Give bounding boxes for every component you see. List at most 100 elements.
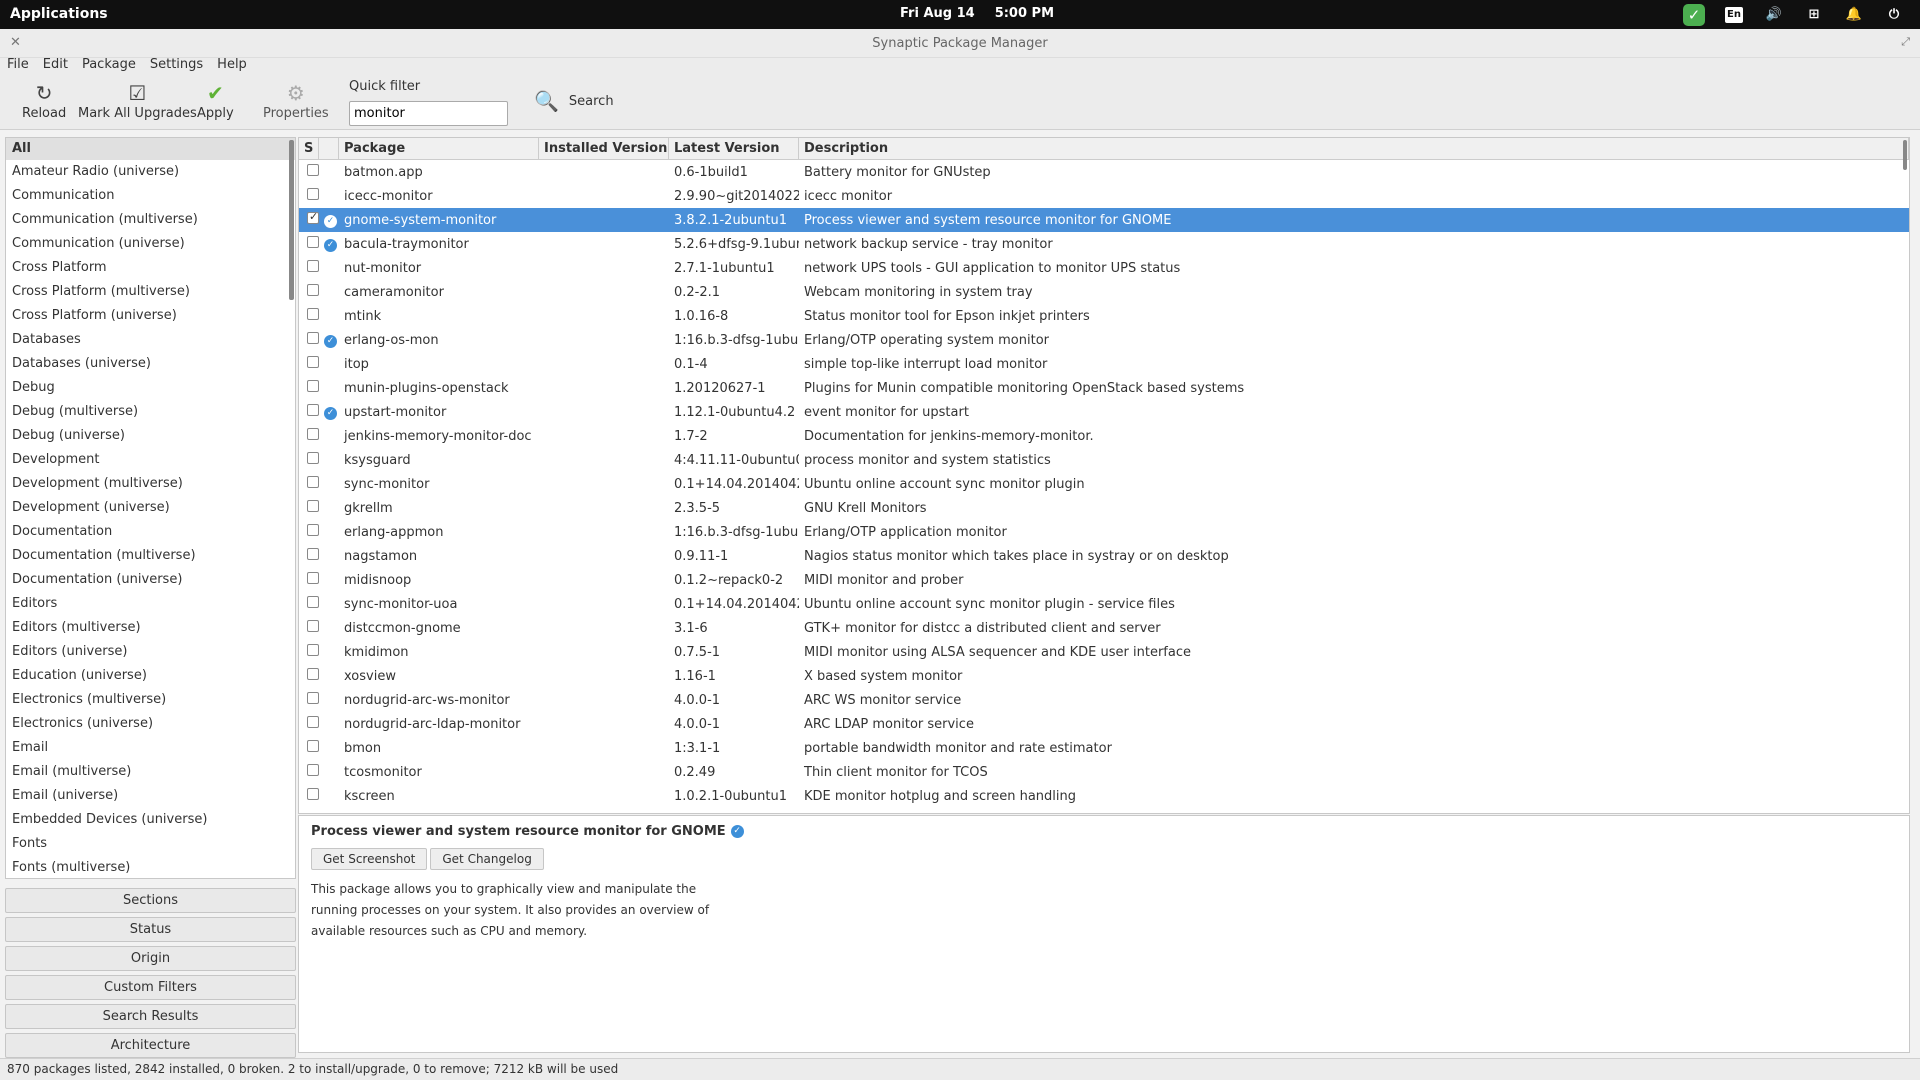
package-checkbox[interactable] <box>307 572 319 584</box>
get-screenshot-button[interactable]: Get Screenshot <box>311 848 428 870</box>
package-checkbox[interactable] <box>307 476 319 488</box>
package-checkbox[interactable] <box>307 524 319 536</box>
architecture-button[interactable]: Architecture <box>5 1033 296 1058</box>
section-item[interactable]: Databases <box>6 328 295 352</box>
package-checkbox[interactable] <box>307 236 319 248</box>
table-row[interactable]: nordugrid-arc-ldap-monitor 4.0.0-1 ARC LDA… <box>299 712 1909 736</box>
sections-button[interactable]: Sections <box>5 888 296 913</box>
table-row[interactable]: cameramonitor 0.2-2.1 Webcam monitoring in… <box>299 280 1909 304</box>
column-latest-version[interactable]: Latest Version <box>669 138 799 159</box>
get-changelog-button[interactable]: Get Changelog <box>430 848 544 870</box>
package-checkbox[interactable] <box>307 332 319 344</box>
table-row[interactable]: kmidimon 0.7.5-1 MIDI monitor using ALSA s… <box>299 640 1909 664</box>
package-checkbox[interactable] <box>307 260 319 272</box>
package-checkbox[interactable] <box>307 212 319 224</box>
table-row[interactable]: jenkins-memory-monitor-doc 1.7-2 Documenta… <box>299 424 1909 448</box>
section-item[interactable]: Debug (universe) <box>6 424 295 448</box>
package-checkbox[interactable] <box>307 500 319 512</box>
section-item[interactable]: Cross Platform (universe) <box>6 304 295 328</box>
section-item[interactable]: Fonts (multiverse) <box>6 856 295 878</box>
section-item[interactable]: Debug (multiverse) <box>6 400 295 424</box>
section-list[interactable]: All Amateur Radio (universe) Communication… <box>5 137 296 879</box>
section-item[interactable]: Email (multiverse) <box>6 760 295 784</box>
section-item[interactable]: Communication <box>6 184 295 208</box>
table-row[interactable]: ✓ bacula-traymonitor 5.2.6+dfsg-9.1ubuntu3… <box>299 232 1909 256</box>
section-item[interactable]: Editors <box>6 592 295 616</box>
table-row[interactable]: ✓ gnome-system-monitor 3.8.2.1-2ubuntu1 Pro… <box>299 208 1909 232</box>
scrollbar[interactable] <box>289 140 294 300</box>
table-row[interactable]: munin-plugins-openstack 1.20120627-1 Plugi… <box>299 376 1909 400</box>
table-row[interactable]: nut-monitor 2.7.1-1ubuntu1 network UPS too… <box>299 256 1909 280</box>
custom-filters-button[interactable]: Custom Filters <box>5 975 296 1000</box>
notifications-icon[interactable]: 🔔 <box>1834 3 1874 26</box>
package-checkbox[interactable] <box>307 668 319 680</box>
package-checkbox[interactable] <box>307 308 319 320</box>
reload-button[interactable]: ↻ Reload <box>22 80 66 121</box>
section-item[interactable]: Electronics (universe) <box>6 712 295 736</box>
origin-button[interactable]: Origin <box>5 946 296 971</box>
section-item[interactable]: Debug <box>6 376 295 400</box>
applications-menu[interactable]: Applications <box>10 6 108 22</box>
section-item[interactable]: Communication (universe) <box>6 232 295 256</box>
power-icon[interactable]: ⏻ <box>1874 3 1914 26</box>
status-button[interactable]: Status <box>5 917 296 942</box>
table-row[interactable]: gkrellm 2.3.5-5 GNU Krell Monitors <box>299 496 1909 520</box>
section-item[interactable]: Documentation <box>6 520 295 544</box>
maximize-icon[interactable]: ⤢ <box>1901 35 1910 49</box>
package-checkbox[interactable] <box>307 620 319 632</box>
package-checkbox[interactable] <box>307 356 319 368</box>
table-row[interactable]: nagstamon 0.9.11-1 Nagios status monitor w… <box>299 544 1909 568</box>
package-checkbox[interactable] <box>307 716 319 728</box>
column-status[interactable]: S <box>299 138 319 159</box>
quick-filter-input[interactable] <box>349 101 508 126</box>
package-checkbox[interactable] <box>307 548 319 560</box>
section-item[interactable]: Editors (multiverse) <box>6 616 295 640</box>
section-item[interactable]: Editors (universe) <box>6 640 295 664</box>
table-row[interactable]: ✓ erlang-os-mon 1:16.b.3-dfsg-1ubuntu2 Erla… <box>299 328 1909 352</box>
updates-ok-icon[interactable]: ✓ <box>1674 3 1714 26</box>
section-item[interactable]: Amateur Radio (universe) <box>6 160 295 184</box>
section-item[interactable]: Email <box>6 736 295 760</box>
table-row[interactable]: sync-monitor 0.1+14.04.20140423-0 Ubuntu o… <box>299 472 1909 496</box>
package-checkbox[interactable] <box>307 788 319 800</box>
table-row[interactable]: tcosmonitor 0.2.49 Thin client monitor for… <box>299 760 1909 784</box>
table-row[interactable]: distccmon-gnome 3.1-6 GTK+ monitor for dis… <box>299 616 1909 640</box>
search-results-button[interactable]: Search Results <box>5 1004 296 1029</box>
table-row[interactable]: batmon.app 0.6-1build1 Battery monitor for… <box>299 160 1909 184</box>
table-row[interactable]: midisnoop 0.1.2~repack0-2 MIDI monitor and… <box>299 568 1909 592</box>
table-row[interactable]: icecc-monitor 2.9.90~git20140222-1 icecc m… <box>299 184 1909 208</box>
keyboard-layout-icon[interactable]: En <box>1714 3 1754 26</box>
scrollbar[interactable] <box>1903 140 1907 170</box>
apply-button[interactable]: ✔ Apply <box>197 80 234 121</box>
section-item[interactable]: Fonts <box>6 832 295 856</box>
section-item[interactable]: Development (universe) <box>6 496 295 520</box>
column-installed-version[interactable]: Installed Version <box>539 138 669 159</box>
column-support[interactable] <box>319 138 339 159</box>
section-item[interactable]: All <box>6 138 295 160</box>
section-item[interactable]: Development (multiverse) <box>6 472 295 496</box>
package-checkbox[interactable] <box>307 764 319 776</box>
package-checkbox[interactable] <box>307 284 319 296</box>
table-row[interactable]: bmon 1:3.1-1 portable bandwidth monitor an… <box>299 736 1909 760</box>
column-package[interactable]: Package <box>339 138 539 159</box>
network-icon[interactable]: ⊞ <box>1794 3 1834 26</box>
package-checkbox[interactable] <box>307 596 319 608</box>
table-row[interactable]: mtink 1.0.16-8 Status monitor tool for Eps… <box>299 304 1909 328</box>
table-row[interactable]: nordugrid-arc-ws-monitor 4.0.0-1 ARC WS mo… <box>299 688 1909 712</box>
properties-button[interactable]: ⚙ Properties <box>263 80 329 121</box>
section-item[interactable]: Embedded Devices (universe) <box>6 808 295 832</box>
table-row[interactable]: itop 0.1-4 simple top-like interrupt load … <box>299 352 1909 376</box>
table-row[interactable]: erlang-appmon 1:16.b.3-dfsg-1ubuntu2 Erlan… <box>299 520 1909 544</box>
package-checkbox[interactable] <box>307 644 319 656</box>
section-item[interactable]: Documentation (multiverse) <box>6 544 295 568</box>
section-item[interactable]: Databases (universe) <box>6 352 295 376</box>
table-row[interactable]: ksysguard 4:4.11.11-0ubuntu0.2 process mon… <box>299 448 1909 472</box>
section-item[interactable]: Documentation (universe) <box>6 568 295 592</box>
package-checkbox[interactable] <box>307 164 319 176</box>
table-row[interactable]: sync-monitor-uoa 0.1+14.04.20140423-0 Ubun… <box>299 592 1909 616</box>
section-item[interactable]: Cross Platform <box>6 256 295 280</box>
section-item[interactable]: Electronics (multiverse) <box>6 688 295 712</box>
package-checkbox[interactable] <box>307 380 319 392</box>
table-row[interactable]: kscreen 1.0.2.1-0ubuntu1 KDE monitor hotpl… <box>299 784 1909 808</box>
package-checkbox[interactable] <box>307 404 319 416</box>
